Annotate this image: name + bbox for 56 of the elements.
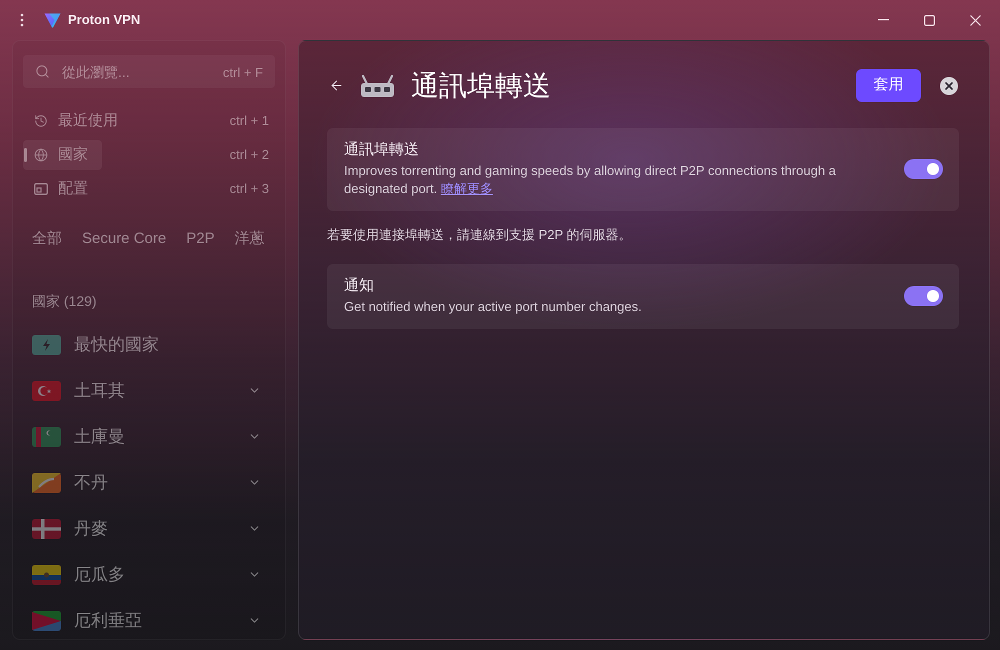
shortcut-label: ctrl + F	[222, 64, 263, 82]
setting-title: 通訊埠轉送	[344, 140, 420, 160]
close-icon[interactable]	[970, 14, 980, 26]
app-logo-icon	[44, 12, 61, 28]
setting-description: Get notified when your active port number changes.	[344, 298, 643, 316]
country-row[interactable]: 土耳其	[23, 368, 275, 414]
filter-tab[interactable]: 洋蔥	[234, 228, 265, 250]
toggle-switch[interactable]	[904, 159, 943, 179]
minimize-icon[interactable]	[878, 19, 888, 21]
window-title: Proton VPN	[68, 11, 140, 30]
shortcut-label: ctrl + 3	[230, 180, 270, 198]
shortcut-label: ctrl + 1	[230, 112, 270, 130]
selection-bar	[24, 148, 27, 162]
close-icon[interactable]	[940, 76, 958, 94]
nav-item[interactable]: 配置	[23, 174, 102, 204]
country-row[interactable]: 厄瓜多	[23, 552, 275, 598]
history-icon	[34, 114, 48, 128]
country-row[interactable]: 最快的國家	[23, 322, 275, 368]
country-name: 厄瓜多	[74, 564, 125, 586]
flag-icon	[32, 610, 61, 630]
country-name: 丹麥	[74, 518, 108, 540]
flag-icon	[32, 472, 61, 492]
info-note: 若要使用連接埠轉送，請連線到支援 P2P 的伺服器。	[327, 226, 633, 244]
toggle-switch[interactable]	[904, 286, 943, 306]
apply-button[interactable]: 套用	[856, 69, 921, 102]
search-icon	[35, 64, 50, 79]
panel-icon	[34, 183, 48, 195]
flag-icon	[32, 380, 61, 400]
bolt-icon	[32, 334, 61, 354]
country-row[interactable]: 土庫曼	[23, 414, 275, 460]
filter-tab[interactable]: P2P	[186, 228, 215, 250]
section-heading: 國家 (129)	[31, 292, 98, 311]
country-name: 土耳其	[74, 380, 125, 402]
country-name: 最快的國家	[74, 334, 159, 356]
country-row[interactable]: 厄利垂亞	[23, 598, 275, 639]
nav-item[interactable]: 最近使用	[23, 106, 132, 136]
country-name: 土庫曼	[74, 426, 125, 448]
country-name: 厄利垂亞	[74, 610, 142, 632]
learn-more-link[interactable]: 瞭解更多	[440, 181, 493, 196]
setting-description: Improves torrenting and gaming speeds by allowing direct P2P connections through a designated port. 瞭解更多	[344, 162, 837, 198]
flag-icon	[32, 564, 61, 584]
filter-tab[interactable]: Secure Core	[82, 228, 166, 250]
nav-item[interactable]: 國家	[23, 140, 102, 170]
flag-icon	[32, 426, 61, 446]
router-icon	[360, 74, 395, 98]
page-title: 通訊埠轉送	[411, 68, 551, 102]
country-name: 不丹	[74, 472, 108, 494]
setting-title: 通知	[344, 276, 375, 296]
globe-icon	[34, 148, 48, 162]
country-row[interactable]: 不丹	[23, 460, 275, 506]
more-options-icon[interactable]	[20, 13, 24, 27]
flag-icon	[32, 518, 61, 538]
country-row[interactable]: 丹麥	[23, 506, 275, 552]
maximize-icon[interactable]	[924, 14, 934, 26]
filter-tab[interactable]: 全部	[32, 228, 62, 250]
shortcut-label: ctrl + 2	[230, 146, 270, 164]
